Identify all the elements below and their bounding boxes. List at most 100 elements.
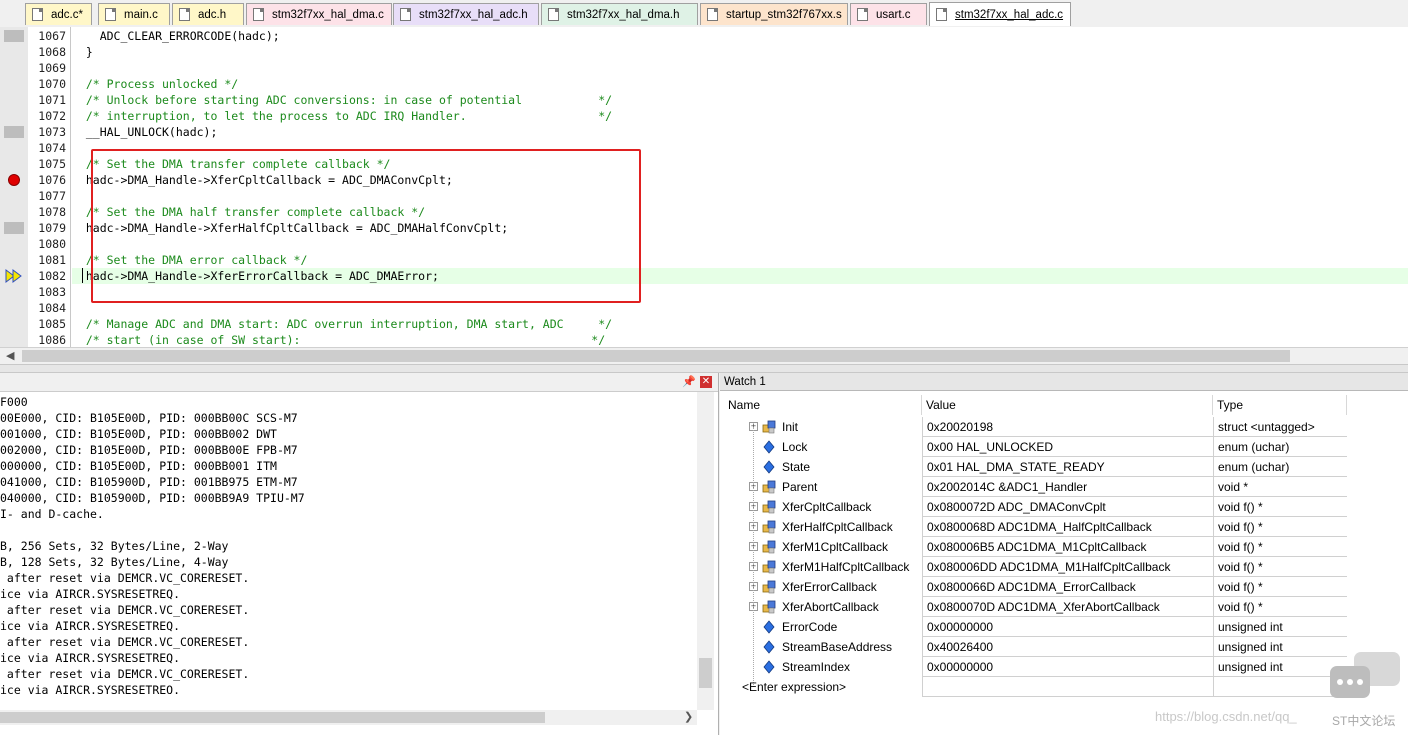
tab-stm32f7xx-hal-dma-h[interactable]: stm32f7xx_hal_dma.h <box>541 3 698 25</box>
output-line: 041000, CID: B105900D, PID: 001BB975 ETM… <box>0 475 298 489</box>
code-line[interactable]: /* Set the DMA half transfer complete ca… <box>72 204 1408 220</box>
tab-startup-stm32f767xx-s[interactable]: startup_stm32f767xx.s <box>700 3 848 25</box>
watch-value[interactable]: 0x080006B5 ADC1DMA_M1CpltCallback <box>922 537 1213 557</box>
file-icon <box>548 8 559 21</box>
watch-value[interactable]: 0x01 HAL_DMA_STATE_READY <box>922 457 1213 477</box>
enter-expression-row[interactable]: <Enter expression> <box>724 677 1347 697</box>
watch-row[interactable]: + XferAbortCallback 0x0800070D ADC1DMA_Xfe… <box>724 597 1347 617</box>
code-line[interactable]: /* start (in case of SW start): */ <box>72 332 1408 347</box>
line-number: 1076 <box>38 173 66 187</box>
watch-row[interactable]: + XferM1CpltCallback 0x080006B5 ADC1DMA_M1… <box>724 537 1347 557</box>
line-number: 1083 <box>38 285 66 299</box>
code-line[interactable]: hadc->DMA_Handle->XferCpltCallback = ADC… <box>72 172 1408 188</box>
command-horizontal-scrollbar[interactable]: ❯ <box>0 710 697 725</box>
command-vertical-scrollbar[interactable] <box>697 392 714 710</box>
output-line: I- and D-cache. <box>0 507 104 521</box>
code-editor[interactable]: 1067 1068 1069 1070 1071 1072 1073 1074 1075 1076… <box>0 27 1408 347</box>
code-line[interactable]: /* Set the DMA transfer complete callbac… <box>72 156 1408 172</box>
scrollbar-thumb[interactable] <box>22 350 1290 362</box>
tab-adc-c-[interactable]: adc.c* <box>25 3 92 25</box>
close-icon[interactable]: ✕ <box>700 376 712 388</box>
scroll-right-icon[interactable]: ❯ <box>684 710 693 723</box>
code-line[interactable] <box>72 60 1408 76</box>
line-number: 1068 <box>38 45 66 59</box>
editor-horizontal-scrollbar[interactable]: ◀ <box>0 347 1408 365</box>
watch-value[interactable]: 0x00000000 <box>922 657 1213 677</box>
variable-icon <box>763 660 775 674</box>
watch-value[interactable]: 0x20020198 <box>922 417 1213 437</box>
watch-name: XferHalfCpltCallback <box>782 520 893 534</box>
column-header-name[interactable]: Name <box>724 395 922 415</box>
watch-row[interactable]: StreamBaseAddress 0x40026400 unsigned int <box>724 637 1347 657</box>
code-line[interactable]: hadc->DMA_Handle->XferErrorCallback = AD… <box>72 268 1408 284</box>
watch-row[interactable]: + XferHalfCpltCallback 0x0800068D ADC1DMA_… <box>724 517 1347 537</box>
watch-value[interactable]: 0x2002014C &ADC1_Handler <box>922 477 1213 497</box>
watch-row[interactable]: + XferCpltCallback 0x0800072D ADC_DMAConvC… <box>724 497 1347 517</box>
struct-icon <box>762 480 776 494</box>
code-line[interactable]: /* interruption, to let the process to A… <box>72 108 1408 124</box>
column-header-value[interactable]: Value <box>922 395 1213 415</box>
code-line[interactable] <box>72 284 1408 300</box>
pin-icon[interactable]: 📌 <box>682 375 696 388</box>
scrollbar-thumb[interactable] <box>0 712 545 723</box>
watch-row[interactable]: State 0x01 HAL_DMA_STATE_READY enum (uchar… <box>724 457 1347 477</box>
tab-label: main.c <box>124 8 158 21</box>
watch-row[interactable]: + XferM1HalfCpltCallback 0x080006DD ADC1DM… <box>724 557 1347 577</box>
watch-row[interactable]: StreamIndex 0x00000000 unsigned int <box>724 657 1347 677</box>
breakpoint-gutter[interactable] <box>0 27 28 347</box>
tab-stm32f7xx-hal-adc-h[interactable]: stm32f7xx_hal_adc.h <box>393 3 539 25</box>
watch-row[interactable]: + XferErrorCallback 0x0800066D ADC1DMA_Err… <box>724 577 1347 597</box>
code-line[interactable] <box>72 188 1408 204</box>
struct-icon <box>762 520 776 534</box>
watch-value[interactable]: 0x00000000 <box>922 617 1213 637</box>
column-header-type[interactable]: Type <box>1213 395 1347 415</box>
code-line[interactable]: } <box>72 44 1408 60</box>
output-line: 002000, CID: B105E00D, PID: 000BB00E FPB… <box>0 443 298 457</box>
code-line[interactable]: hadc->DMA_Handle->XferHalfCpltCallback =… <box>72 220 1408 236</box>
code-line[interactable] <box>72 236 1408 252</box>
watch-row[interactable]: + Parent 0x2002014C &ADC1_Handler void * <box>724 477 1347 497</box>
tab-label: stm32f7xx_hal_dma.h <box>567 8 680 21</box>
tab-stm32f7xx-hal-adc-c[interactable]: stm32f7xx_hal_adc.c <box>929 2 1071 26</box>
tab-stm32f7xx-hal-dma-c[interactable]: stm32f7xx_hal_dma.c <box>246 3 392 25</box>
watch-value[interactable]: 0x40026400 <box>922 637 1213 657</box>
code-line[interactable]: /* Manage ADC and DMA start: ADC overrun… <box>72 316 1408 332</box>
tab-adc-h[interactable]: adc.h <box>172 3 244 25</box>
enter-expression-input[interactable]: <Enter expression> <box>742 677 922 697</box>
watch-value[interactable]: 0x0800066D ADC1DMA_ErrorCallback <box>922 577 1213 597</box>
tab-label: stm32f7xx_hal_adc.c <box>955 8 1064 21</box>
scrollbar-thumb[interactable] <box>699 658 712 688</box>
watch-value[interactable]: 0x0800070D ADC1DMA_XferAbortCallback <box>922 597 1213 617</box>
watch-window: Watch 1 Name Value Type + Init 0x20020198 s… <box>720 373 1408 735</box>
struct-icon <box>762 500 776 514</box>
breakpoint-icon[interactable] <box>8 174 20 186</box>
code-line[interactable]: /* Unlock before starting ADC conversion… <box>72 92 1408 108</box>
watch-value[interactable]: 0x0800068D ADC1DMA_HalfCpltCallback <box>922 517 1213 537</box>
watch-value[interactable]: 0x0800072D ADC_DMAConvCplt <box>922 497 1213 517</box>
code-line[interactable]: ADC_CLEAR_ERRORCODE(hadc); <box>72 28 1408 44</box>
tab-main-c[interactable]: main.c <box>98 3 170 25</box>
watch-row[interactable]: + Init 0x20020198 struct <untagged> <box>724 417 1347 437</box>
file-icon <box>253 8 264 21</box>
watch-name: Init <box>782 420 799 434</box>
watch-row[interactable]: Lock 0x00 HAL_UNLOCKED enum (uchar) <box>724 437 1347 457</box>
line-number: 1075 <box>38 157 66 171</box>
code-line[interactable]: __HAL_UNLOCK(hadc); <box>72 124 1408 140</box>
scroll-left-icon[interactable]: ◀ <box>6 349 14 362</box>
struct-icon <box>762 580 776 594</box>
code-line[interactable] <box>72 300 1408 316</box>
watch-type <box>1213 677 1347 697</box>
code-line[interactable] <box>72 140 1408 156</box>
tab-usart-c[interactable]: usart.c <box>850 3 927 25</box>
watch-value[interactable]: 0x080006DD ADC1DMA_M1HalfCpltCallback <box>922 557 1213 577</box>
line-number: 1077 <box>38 189 66 203</box>
variable-icon <box>763 440 775 454</box>
output-line: B, 256 Sets, 32 Bytes/Line, 2-Way <box>0 539 229 553</box>
watch-value[interactable]: 0x00 HAL_UNLOCKED <box>922 437 1213 457</box>
pane-splitter[interactable] <box>0 364 1408 373</box>
code-line[interactable]: /* Process unlocked */ <box>72 76 1408 92</box>
watch-row[interactable]: ErrorCode 0x00000000 unsigned int <box>724 617 1347 637</box>
line-number: 1085 <box>38 317 66 331</box>
code-line[interactable]: /* Set the DMA error callback */ <box>72 252 1408 268</box>
line-marker <box>4 222 24 234</box>
